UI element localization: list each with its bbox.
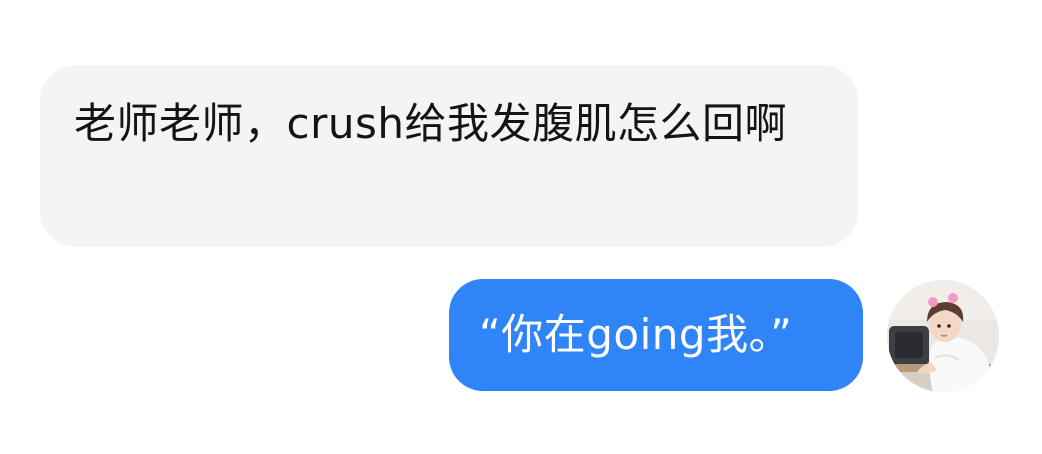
user-avatar[interactable]	[887, 280, 999, 392]
chat-thread: 老师老师，crush给我发腹肌怎么回啊 “你在going我。”	[0, 0, 1042, 454]
child-avatar-photo-icon	[887, 280, 999, 392]
outgoing-message-text: “你在going我。”	[479, 310, 793, 359]
incoming-message-bubble[interactable]: 老师老师，crush给我发腹肌怎么回啊	[40, 65, 858, 247]
outgoing-message-bubble[interactable]: “你在going我。”	[449, 279, 863, 391]
incoming-message-text: 老师老师，crush给我发腹肌怎么回啊	[74, 99, 787, 148]
